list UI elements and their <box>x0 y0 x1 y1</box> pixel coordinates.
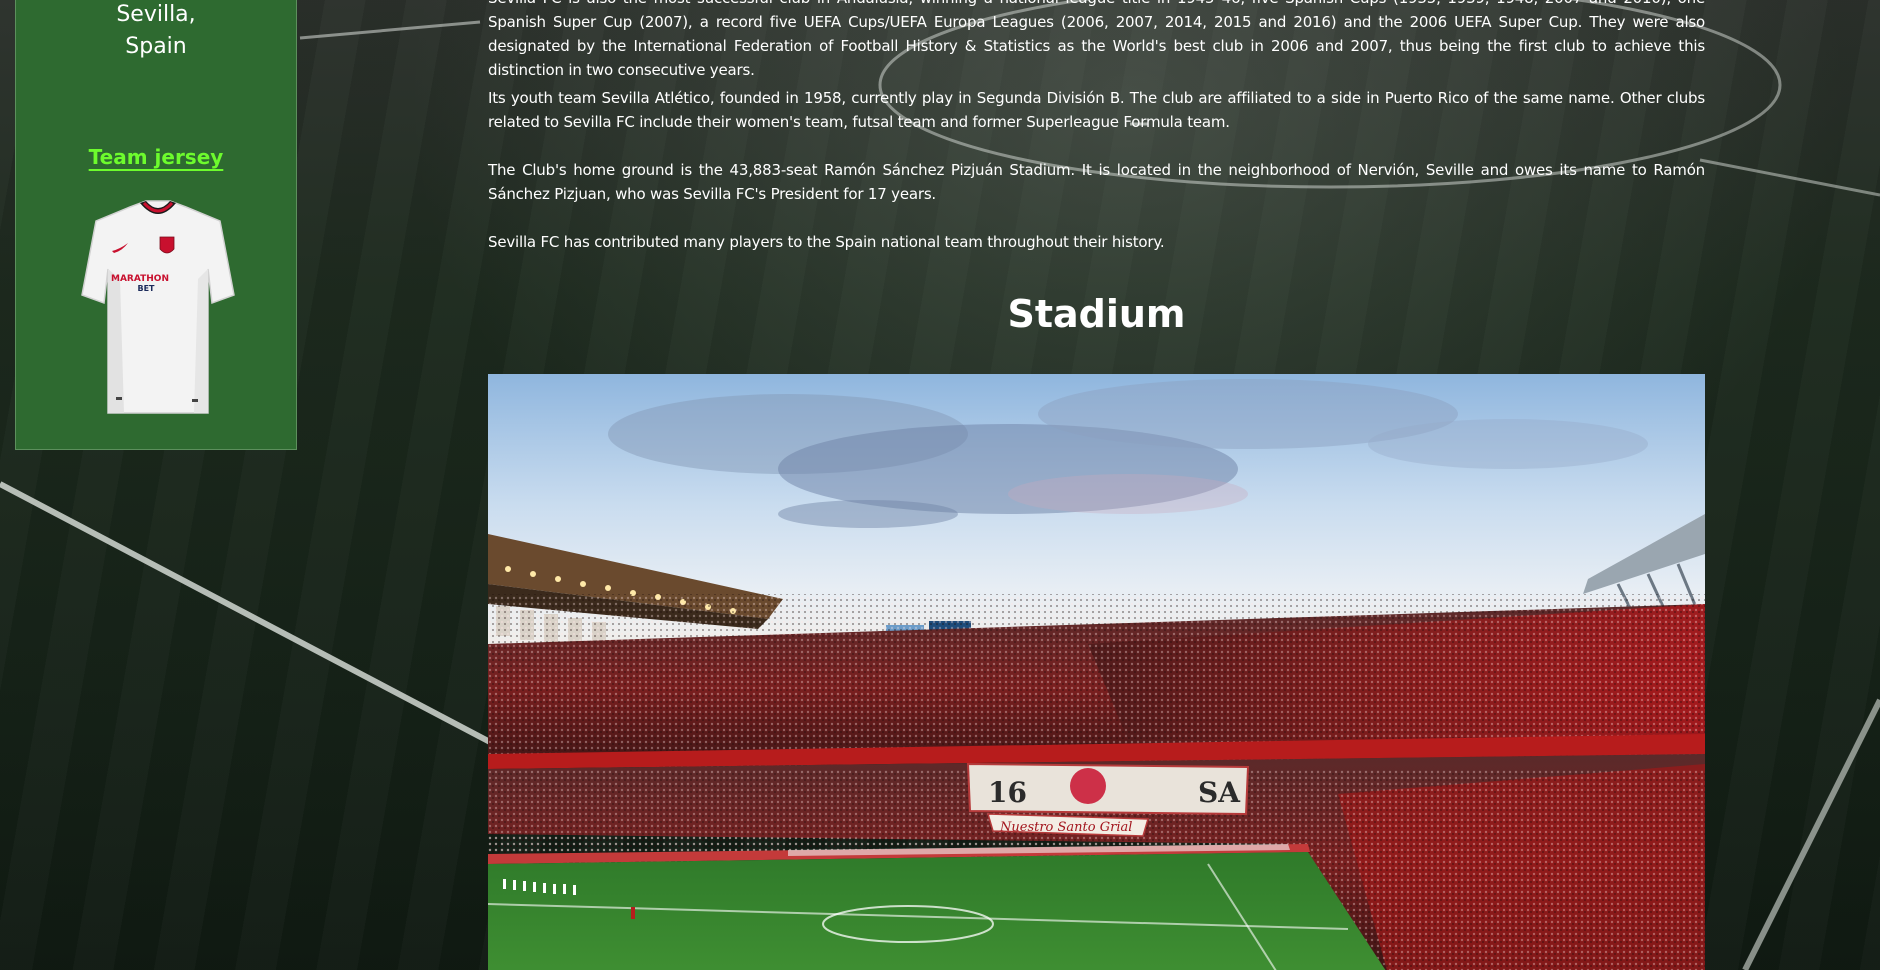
stadium-image: 16 SA Nuestro Santo Grial <box>488 374 1705 970</box>
paragraph-youth-team: Its youth team Sevilla Atlético, founded… <box>488 89 1705 131</box>
sidebar-panel: Sevilla, Spain Team jersey MARATHON BET <box>15 0 297 450</box>
banner-number-left: 16 <box>988 776 1027 809</box>
team-jersey-link[interactable]: Team jersey <box>16 145 296 169</box>
country-name: Spain <box>125 34 187 59</box>
club-location: Sevilla, Spain <box>16 0 296 63</box>
paragraph-national-team: Sevilla FC has contributed many players … <box>488 233 1165 251</box>
city-name: Sevilla, <box>116 2 196 27</box>
paragraph-home-ground: The Club's home ground is the 43,883-sea… <box>488 161 1705 203</box>
jersey-image: MARATHON BET <box>81 200 235 414</box>
jersey-sponsor-text: MARATHON <box>111 274 169 284</box>
jersey-sponsor-text-2: BET <box>137 284 155 293</box>
paragraph-achievements: Sevilla FC is also the most successful c… <box>488 0 1705 79</box>
banner-caption: Nuestro Santo Grial <box>999 820 1132 835</box>
stadium-photo: 16 SA Nuestro Santo Grial <box>488 374 1705 970</box>
banner-number-right: SA <box>1198 776 1241 809</box>
stadium-heading: Stadium <box>1007 292 1186 336</box>
